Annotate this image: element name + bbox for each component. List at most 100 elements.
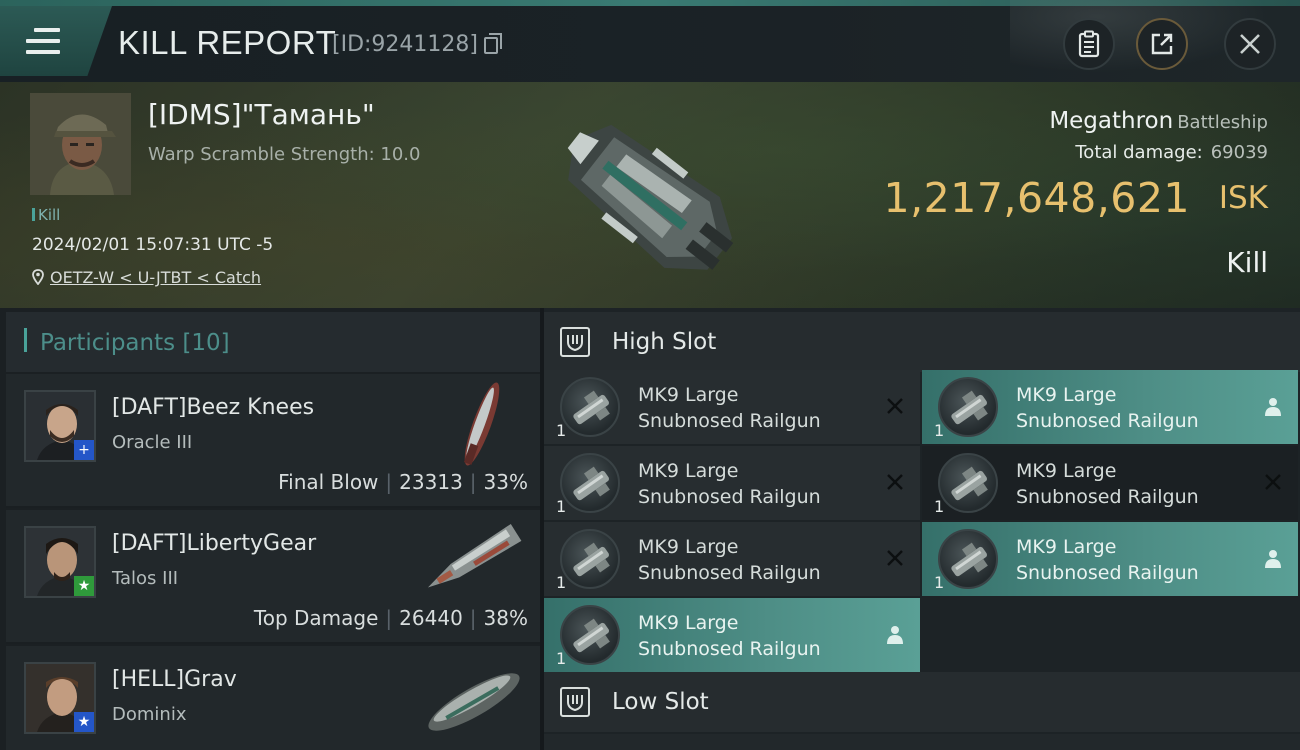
hamburger-icon bbox=[26, 28, 60, 61]
railgun-icon bbox=[938, 529, 998, 589]
location-pin-icon bbox=[32, 269, 44, 286]
destroyed-item-icon bbox=[884, 547, 906, 569]
high-slot-icon bbox=[560, 327, 590, 357]
module-name-line1: MK9 Large bbox=[1016, 536, 1117, 558]
module-name-line1: MK9 Large bbox=[638, 612, 739, 634]
corp-role-badge: ★ bbox=[74, 576, 94, 596]
clipboard-button[interactable] bbox=[1063, 18, 1115, 70]
isk-value: 1,217,648,621 bbox=[883, 174, 1190, 222]
participants-panel: Participants [10] + [DAFT]Beez Knees Ora… bbox=[0, 308, 540, 750]
high-slot-title: High Slot bbox=[612, 329, 717, 355]
divider: | bbox=[385, 470, 393, 494]
module-item[interactable]: 1 MK9 Large Snubnosed Railgun bbox=[922, 446, 1298, 520]
module-name-line1: MK9 Large bbox=[638, 384, 739, 406]
module-name-line1: MK9 Large bbox=[1016, 460, 1117, 482]
railgun-icon bbox=[560, 377, 620, 437]
corp-role-badge: + bbox=[74, 440, 94, 460]
divider: | bbox=[469, 606, 477, 630]
victim-ship[interactable]: Megathron Battleship bbox=[1049, 108, 1268, 134]
module-name-line2: Snubnosed Railgun bbox=[1016, 410, 1199, 432]
destroyed-item-icon bbox=[884, 395, 906, 417]
railgun-icon bbox=[938, 453, 998, 513]
avatar: ★ bbox=[24, 526, 96, 598]
module-quantity: 1 bbox=[556, 649, 567, 668]
module-name-line2: Snubnosed Railgun bbox=[1016, 562, 1199, 584]
megathron-ship-image bbox=[567, 124, 734, 270]
railgun-icon bbox=[938, 377, 998, 437]
victim-name[interactable]: [IDMS]"Тамань" bbox=[148, 98, 375, 132]
divider: | bbox=[469, 470, 477, 494]
railgun-icon bbox=[560, 529, 620, 589]
dominix-ship-image bbox=[428, 673, 520, 731]
participant-row[interactable]: ★ [HELL]Grav Dominix bbox=[6, 646, 540, 750]
module-name-line2: Snubnosed Railgun bbox=[638, 410, 821, 432]
module-item[interactable]: 1 MK9 Large Snubnosed Railgun bbox=[922, 370, 1298, 444]
oracle-ship-image bbox=[463, 382, 500, 466]
clipboard-icon bbox=[1078, 30, 1100, 58]
participant-stats: Top Damage | 26440 | 38% bbox=[254, 606, 528, 630]
menu-button[interactable] bbox=[0, 6, 112, 76]
module-name: MK9 Large Snubnosed Railgun bbox=[638, 458, 821, 510]
location-link[interactable]: OETZ-W < U-JTBT < Catch bbox=[32, 268, 261, 287]
participant-name: [DAFT]Beez Knees bbox=[112, 395, 315, 420]
close-button[interactable] bbox=[1224, 18, 1276, 70]
total-damage: Total damage: 69039 bbox=[1075, 142, 1268, 163]
page-title: KILL REPORT bbox=[118, 24, 337, 61]
participant-name: [HELL]Grav bbox=[112, 667, 237, 692]
participants-header: Participants [10] bbox=[6, 312, 540, 372]
total-damage-label: Total damage: bbox=[1075, 142, 1203, 163]
pilot-portrait-image bbox=[30, 93, 131, 195]
participant-percent: 33% bbox=[483, 470, 528, 494]
module-name: MK9 Large Snubnosed Railgun bbox=[1016, 458, 1199, 510]
kill-tag: Kill bbox=[32, 206, 60, 224]
module-quantity: 1 bbox=[556, 573, 567, 592]
module-name-line2: Snubnosed Railgun bbox=[638, 638, 821, 660]
location-text: OETZ-W < U-JTBT < Catch bbox=[50, 268, 262, 287]
kill-datetime: 2024/02/01 15:07:31 UTC -5 bbox=[32, 235, 274, 255]
low-slot-icon bbox=[560, 687, 590, 717]
destroyed-item-icon bbox=[884, 471, 906, 493]
copy-icon[interactable] bbox=[484, 33, 502, 54]
railgun-icon bbox=[560, 605, 620, 665]
module-item[interactable]: 1 MK9 Large Snubnosed Railgun bbox=[922, 522, 1298, 596]
participant-ship: Dominix bbox=[112, 704, 187, 725]
module-item[interactable]: 1 MK9 Large Snubnosed Railgun bbox=[544, 446, 920, 520]
corp-role-badge: ★ bbox=[74, 712, 94, 732]
module-item[interactable]: 1 MK9 Large Snubnosed Railgun bbox=[544, 598, 920, 672]
isk-unit: ISK bbox=[1218, 180, 1268, 216]
module-name: MK9 Large Snubnosed Railgun bbox=[1016, 534, 1199, 586]
share-button[interactable] bbox=[1136, 18, 1188, 70]
participant-percent: 38% bbox=[483, 606, 528, 630]
railgun-icon bbox=[560, 453, 620, 513]
section-accent-bar bbox=[24, 328, 27, 352]
module-name-line1: MK9 Large bbox=[638, 536, 739, 558]
participant-ship: Talos III bbox=[112, 568, 179, 589]
low-slot-header: Low Slot bbox=[544, 672, 1300, 732]
fitting-panel: High Slot 1 MK9 Large Snubnosed Railgun 1 M… bbox=[544, 308, 1300, 750]
participant-role: Final Blow bbox=[278, 470, 379, 494]
module-quantity: 1 bbox=[934, 421, 945, 440]
avatar: + bbox=[24, 390, 96, 462]
participant-ship: Oracle III bbox=[112, 432, 193, 453]
dropped-item-icon bbox=[1262, 395, 1284, 417]
warp-scramble-strength: Warp Scramble Strength: 10.0 bbox=[148, 144, 421, 165]
divider: | bbox=[385, 606, 393, 630]
dropped-item-icon bbox=[884, 623, 906, 645]
module-item[interactable]: 1 MK9 Large Snubnosed Railgun bbox=[544, 522, 920, 596]
destroyed-item-icon bbox=[1262, 471, 1284, 493]
module-quantity: 1 bbox=[556, 497, 567, 516]
low-slot-modules-partial bbox=[544, 734, 1300, 750]
participant-row[interactable]: ★ [DAFT]LibertyGear Talos III Top Damage… bbox=[6, 510, 540, 644]
module-name: MK9 Large Snubnosed Railgun bbox=[638, 610, 821, 662]
module-name-line2: Snubnosed Railgun bbox=[638, 562, 821, 584]
participant-damage: 26440 bbox=[399, 606, 463, 630]
ship-name: Megathron bbox=[1049, 108, 1174, 134]
ship-class: Battleship bbox=[1177, 112, 1268, 133]
kill-summary-banner: [IDMS]"Тамань" Warp Scramble Strength: 1… bbox=[0, 82, 1300, 308]
module-name-line2: Snubnosed Railgun bbox=[1016, 486, 1199, 508]
participant-row[interactable]: + [DAFT]Beez Knees Oracle III Final Blow… bbox=[6, 374, 540, 508]
module-item[interactable]: 1 MK9 Large Snubnosed Railgun bbox=[544, 370, 920, 444]
victim-portrait[interactable] bbox=[30, 93, 131, 195]
module-quantity: 1 bbox=[934, 497, 945, 516]
avatar: ★ bbox=[24, 662, 96, 734]
